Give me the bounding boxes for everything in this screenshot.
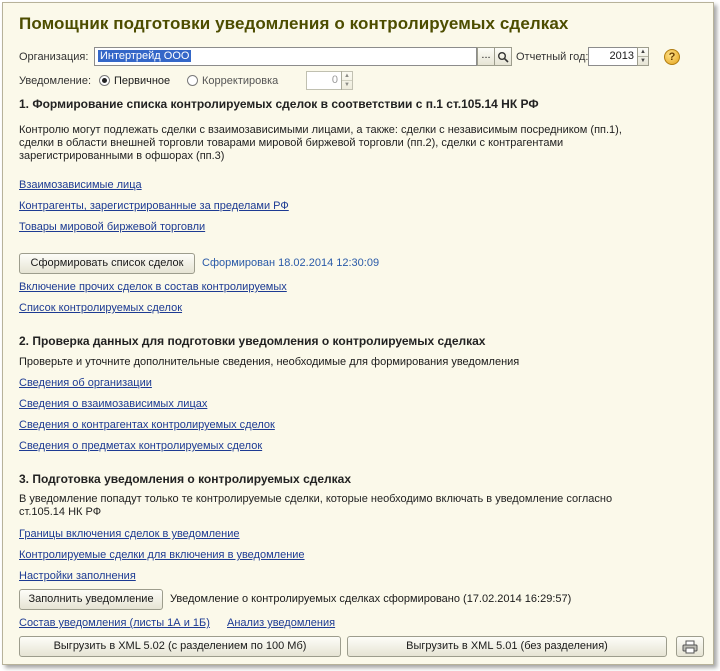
radio-primary-circle[interactable] xyxy=(99,75,110,86)
link-include-other-deals[interactable]: Включение прочих сделок в состав контрол… xyxy=(19,281,287,293)
link-notice-analysis[interactable]: Анализ уведомления xyxy=(227,617,335,629)
link-related-persons-info[interactable]: Сведения о взаимозависимых лицах xyxy=(19,398,207,410)
spin-up-icon[interactable]: ▲ xyxy=(342,72,352,80)
deals-list-status: Сформирован 18.02.2014 12:30:09 xyxy=(202,257,380,269)
link-related-parties[interactable]: Взаимозависимые лица xyxy=(19,179,142,191)
radio-correction[interactable]: Корректировка xyxy=(187,75,278,87)
print-button[interactable] xyxy=(676,636,704,657)
year-label: Отчетный год: xyxy=(516,51,589,63)
notice-status: Уведомление о контролируемых сделках сфо… xyxy=(170,593,572,605)
correction-number-value: 0 xyxy=(331,74,338,86)
spin-down-icon[interactable]: ▼ xyxy=(342,80,352,89)
section1-text-line: Контролю могут подлежать сделки с взаимо… xyxy=(19,124,622,136)
link-fill-settings[interactable]: Настройки заполнения xyxy=(19,570,136,582)
section3-heading: 3. Подготовка уведомления о контролируем… xyxy=(19,472,352,486)
section1-heading: 1. Формирование списка контролируемых сд… xyxy=(19,97,539,111)
link-controlled-deals-list[interactable]: Список контролируемых сделок xyxy=(19,302,182,314)
section1-text-line: зарегистрированными в офшорах (пп.3) xyxy=(19,150,225,162)
form-deals-list-button[interactable]: Сформировать список сделок xyxy=(19,253,195,274)
link-deal-subjects-info[interactable]: Сведения о предметах контролируемых сдел… xyxy=(19,440,262,452)
printer-icon xyxy=(682,640,698,654)
link-counterparties-info[interactable]: Сведения о контрагентах контролируемых с… xyxy=(19,419,275,431)
org-input[interactable]: Интертрейд ООО xyxy=(94,47,477,66)
link-exchange-goods[interactable]: Товары мировой биржевой торговли xyxy=(19,221,205,233)
spin-up-icon[interactable]: ▲ xyxy=(638,48,648,56)
section2-description: Проверьте и уточните дополнительные свед… xyxy=(19,356,520,368)
page-title: Помощник подготовки уведомления о контро… xyxy=(19,14,569,33)
org-value: Интертрейд ООО xyxy=(98,50,192,62)
year-spinner[interactable]: ▲ ▼ xyxy=(637,47,649,66)
section3-text-line: ст.105.14 НК РФ xyxy=(19,506,102,518)
section1-text-line: сделки в области внешней торговли товара… xyxy=(19,137,564,149)
org-search-button[interactable] xyxy=(494,47,512,66)
org-select-button[interactable]: ... xyxy=(477,47,495,66)
search-icon xyxy=(498,52,509,63)
radio-primary-label: Первичное xyxy=(114,75,171,87)
link-org-info[interactable]: Сведения об организации xyxy=(19,377,152,389)
year-value: 2013 xyxy=(609,50,634,62)
link-notice-composition[interactable]: Состав уведомления (листы 1А и 1Б) xyxy=(19,617,210,629)
org-label: Организация: xyxy=(19,51,89,63)
fill-notice-button[interactable]: Заполнить уведомление xyxy=(19,589,163,610)
link-deals-for-notice[interactable]: Контролируемые сделки для включения в ув… xyxy=(19,549,305,561)
correction-number-spinner[interactable]: ▲ ▼ xyxy=(341,71,353,90)
radio-correction-label: Корректировка xyxy=(202,75,279,87)
section3-description: В уведомление попадут только те контроли… xyxy=(19,493,699,519)
export-xml-501-button[interactable]: Выгрузить в XML 5.01 (без разделения) xyxy=(347,636,667,657)
link-foreign-counterparties[interactable]: Контрагенты, зарегистрированные за преде… xyxy=(19,200,289,212)
export-xml-502-button[interactable]: Выгрузить в XML 5.02 (с разделением по 1… xyxy=(19,636,341,657)
link-inclusion-limits[interactable]: Границы включения сделок в уведомление xyxy=(19,528,240,540)
radio-primary[interactable]: Первичное xyxy=(99,75,170,87)
spin-down-icon[interactable]: ▼ xyxy=(638,56,648,65)
help-icon[interactable]: ? xyxy=(664,49,680,65)
year-input[interactable]: 2013 xyxy=(588,47,638,66)
section1-description: Контролю могут подлежать сделки с взаимо… xyxy=(19,124,699,163)
notice-label: Уведомление: xyxy=(19,75,91,87)
radio-correction-circle[interactable] xyxy=(187,75,198,86)
section3-text-line: В уведомление попадут только те контроли… xyxy=(19,493,613,505)
section2-heading: 2. Проверка данных для подготовки уведом… xyxy=(19,334,486,348)
correction-number-input[interactable]: 0 xyxy=(306,71,342,90)
assistant-window: Помощник подготовки уведомления о контро… xyxy=(2,2,714,665)
